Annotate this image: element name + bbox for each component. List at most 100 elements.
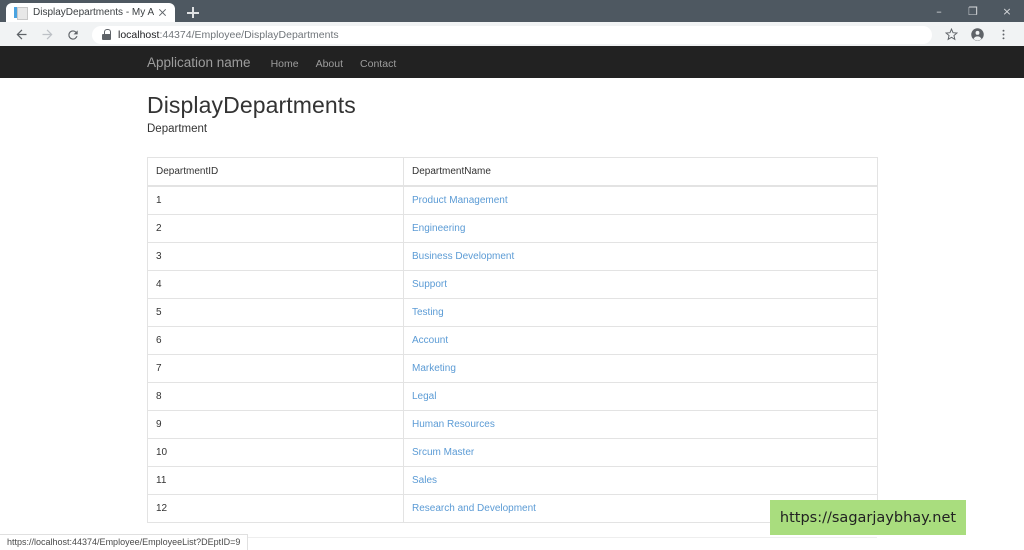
table-row: 6 Account — [147, 326, 878, 355]
close-window-button[interactable]: × — [990, 0, 1024, 22]
table-row: 11 Sales — [147, 466, 878, 495]
cell-department-name: Testing — [403, 298, 878, 327]
column-header-department-name: DepartmentName — [403, 157, 878, 187]
minimize-button[interactable]: – — [922, 0, 956, 22]
lock-icon — [102, 29, 111, 40]
nav-link-home[interactable]: Home — [271, 58, 299, 70]
watermark-text: https://sagarjaybhay.net — [779, 509, 957, 526]
nav-link-about[interactable]: About — [316, 58, 343, 70]
bookmark-star-button[interactable] — [938, 22, 964, 47]
tab-strip: DisplayDepartments - My ASP.NE — [0, 0, 1024, 22]
table-row: 3 Business Development — [147, 242, 878, 271]
department-link[interactable]: Business Development — [412, 251, 514, 262]
kebab-menu-icon — [1002, 29, 1004, 40]
department-link[interactable]: Sales — [412, 475, 437, 486]
cell-department-id: 4 — [147, 270, 404, 299]
department-link[interactable]: Marketing — [412, 363, 456, 374]
table-head: DepartmentID DepartmentName — [147, 157, 878, 187]
cell-department-id: 3 — [147, 242, 404, 271]
cell-department-name: Business Development — [403, 242, 878, 271]
toolbar-right-icons — [938, 22, 1016, 47]
cell-department-name: Human Resources — [403, 410, 878, 439]
cell-department-id: 7 — [147, 354, 404, 383]
cell-department-id: 9 — [147, 410, 404, 439]
new-tab-button[interactable] — [181, 3, 205, 22]
minimize-icon: – — [936, 4, 942, 18]
table-row: 5 Testing — [147, 298, 878, 327]
site-navbar: Application name Home About Contact — [0, 46, 1024, 78]
department-link[interactable]: Account — [412, 335, 448, 346]
cell-department-name: Account — [403, 326, 878, 355]
reload-icon — [68, 29, 78, 40]
cell-department-id: 10 — [147, 438, 404, 467]
browser-titlebar: DisplayDepartments - My ASP.NE – ❐ × — [0, 0, 1024, 22]
maximize-button[interactable]: ❐ — [956, 0, 990, 22]
cell-department-id: 12 — [147, 494, 404, 523]
browser-tab[interactable]: DisplayDepartments - My ASP.NE — [6, 3, 175, 22]
table-row: 12 Research and Development — [147, 494, 878, 523]
departments-table: DepartmentID DepartmentName 1 Product Ma… — [147, 157, 878, 523]
page-viewport: Application name Home About Contact Disp… — [0, 46, 1024, 550]
cell-department-id: 1 — [147, 186, 404, 215]
table-row: 4 Support — [147, 270, 878, 299]
close-icon: × — [1002, 4, 1012, 18]
cell-department-id: 8 — [147, 382, 404, 411]
watermark-badge: https://sagarjaybhay.net — [770, 500, 966, 535]
star-icon — [944, 28, 958, 41]
url-path: :44374/Employee/DisplayDepartments — [159, 28, 339, 41]
status-bar: https://localhost:44374/Employee/Employe… — [0, 534, 249, 550]
table-row: 7 Marketing — [147, 354, 878, 383]
site-footer: © 2020 - My ASP.NET Application — [147, 538, 877, 550]
profile-icon — [970, 28, 984, 41]
navbar-links: Home About Contact — [271, 58, 414, 70]
cell-department-name: Support — [403, 270, 878, 299]
table-row: 9 Human Resources — [147, 410, 878, 439]
cell-department-name: Srcum Master — [403, 438, 878, 467]
maximize-icon: ❐ — [968, 4, 978, 18]
url-text: localhost:44374/Employee/DisplayDepartme… — [118, 29, 339, 41]
browser-window: DisplayDepartments - My ASP.NE – ❐ × — [0, 0, 1024, 550]
address-bar[interactable]: localhost:44374/Employee/DisplayDepartme… — [92, 25, 932, 44]
table-header-row: DepartmentID DepartmentName — [147, 157, 878, 187]
table-body: 1 Product Management 2 Engineering 3 Bus… — [147, 186, 878, 523]
back-button[interactable] — [8, 22, 34, 47]
window-controls: – ❐ × — [922, 0, 1024, 22]
cell-department-name: Sales — [403, 466, 878, 495]
cell-department-id: 2 — [147, 214, 404, 243]
document-icon — [14, 6, 28, 20]
table-row: 1 Product Management — [147, 186, 878, 215]
nav-link-contact[interactable]: Contact — [360, 58, 396, 70]
cell-department-id: 6 — [147, 326, 404, 355]
forward-button[interactable] — [34, 22, 60, 47]
cell-department-name: Engineering — [403, 214, 878, 243]
cell-department-id: 5 — [147, 298, 404, 327]
table-row: 8 Legal — [147, 382, 878, 411]
back-arrow-icon — [16, 29, 26, 40]
table-row: 2 Engineering — [147, 214, 878, 243]
browser-menu-button[interactable] — [990, 22, 1016, 47]
url-host: localhost — [118, 28, 160, 41]
cell-department-name: Product Management — [403, 186, 878, 215]
column-header-department-id: DepartmentID — [147, 157, 404, 187]
navbar-brand[interactable]: Application name — [147, 55, 251, 70]
department-link[interactable]: Product Management — [412, 195, 508, 206]
profile-avatar-button[interactable] — [964, 22, 990, 47]
cell-department-id: 11 — [147, 466, 404, 495]
page-container: DisplayDepartments Department Department… — [147, 78, 878, 550]
browser-toolbar: localhost:44374/Employee/DisplayDepartme… — [0, 22, 1024, 48]
cell-department-name: Legal — [403, 382, 878, 411]
page-title: DisplayDepartments — [147, 92, 356, 118]
department-link[interactable]: Legal — [412, 391, 436, 402]
department-link[interactable]: Testing — [412, 307, 444, 318]
navbar-inner: Application name Home About Contact — [147, 55, 877, 70]
department-link[interactable]: Engineering — [412, 223, 465, 234]
forward-arrow-icon — [42, 29, 52, 40]
close-icon[interactable] — [156, 6, 169, 19]
department-link[interactable]: Research and Development — [412, 503, 536, 514]
reload-button[interactable] — [60, 22, 86, 47]
department-link[interactable]: Srcum Master — [412, 447, 474, 458]
department-link[interactable]: Human Resources — [412, 419, 495, 430]
department-link[interactable]: Support — [412, 279, 447, 290]
table-row: 10 Srcum Master — [147, 438, 878, 467]
page-subtitle: Department — [147, 123, 208, 135]
